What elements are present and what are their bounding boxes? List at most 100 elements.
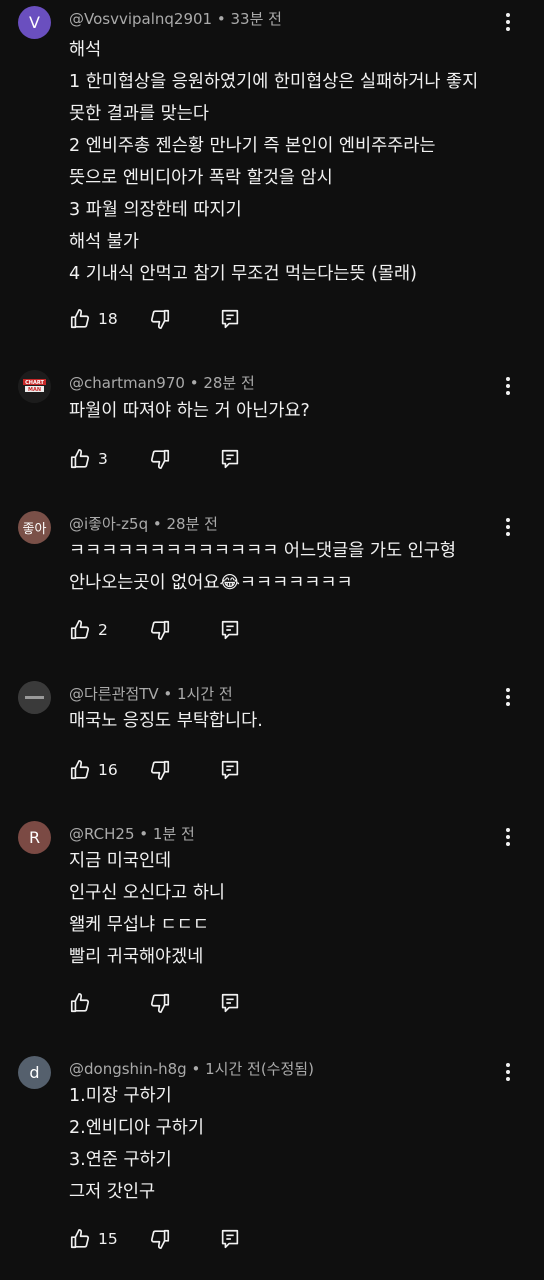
comment-text: 지금 미국인데 인구신 오신다고 하니 왤케 무섭냐 ㄷㄷㄷ 빨리 귀국해야겠네 [69, 845, 225, 973]
thumbs-down-icon [149, 619, 171, 641]
comment-meta: @dongshin-h8g • 1시간 전(수정됨) [69, 1058, 314, 1079]
reply-button[interactable] [219, 307, 241, 331]
thumbs-down-icon [149, 308, 171, 330]
comment-text: 해석 1 한미협상을 응원하였기에 한미협상은 실패하거나 좋지못한 결과를 맞는… [69, 34, 478, 290]
reply-icon [219, 619, 241, 641]
avatar[interactable]: R [18, 821, 51, 854]
meta-separator: • [212, 10, 231, 28]
like-button[interactable]: 16 [69, 758, 118, 782]
meta-separator: • [184, 374, 204, 392]
timestamp: 1시간 전(수정됨) [205, 1060, 314, 1078]
thumbs-up-icon [69, 308, 91, 330]
reply-button[interactable] [219, 618, 241, 642]
like-button[interactable]: 15 [69, 1227, 118, 1251]
comment-line: 해석 [69, 40, 102, 60]
comment-meta: @Vosvvipalnq2901 • 33분 전 [69, 8, 282, 29]
dislike-button[interactable] [149, 758, 171, 782]
svg-text:MAN: MAN [28, 387, 41, 393]
avatar-letter: d [29, 1063, 40, 1082]
avatar[interactable]: V [18, 6, 51, 39]
meta-separator: • [186, 1060, 206, 1078]
like-button[interactable]: 18 [69, 307, 118, 331]
like-button[interactable]: 2 [69, 618, 108, 642]
dislike-button[interactable] [149, 1227, 171, 1251]
comment-meta: @다른관점TV • 1시간 전 [69, 683, 233, 704]
more-vert-icon[interactable] [498, 374, 518, 398]
comment-line: 매국노 응징도 부탁합니다. [69, 711, 263, 731]
comment-line: 2.엔비디아 구하기 [69, 1118, 204, 1138]
svg-text:CHART: CHART [25, 380, 44, 386]
comment-meta: @RCH25 • 1분 전 [69, 823, 195, 844]
comment-line: 1.미장 구하기 [69, 1086, 172, 1106]
meta-separator: • [134, 825, 153, 843]
author-name[interactable]: @chartman970 [69, 374, 185, 392]
author-name[interactable]: @dongshin-h8g [69, 1060, 187, 1078]
thumbs-up-icon [69, 992, 91, 1014]
avatar-letter: V [29, 13, 40, 32]
reply-button[interactable] [219, 1227, 241, 1251]
reply-icon [219, 992, 241, 1014]
comment-line: 3 파월 의장한테 따지기 [69, 200, 242, 220]
thumbs-down-icon [149, 992, 171, 1014]
dislike-button[interactable] [149, 618, 171, 642]
thumbs-down-icon [149, 1228, 171, 1250]
thumbs-up-icon [69, 1228, 91, 1250]
like-count: 18 [98, 310, 118, 328]
author-name[interactable]: @다른관점TV [69, 685, 159, 703]
avatar[interactable]: CHART MAN [18, 370, 51, 403]
meta-separator: • [148, 515, 167, 533]
comment-line: 지금 미국인데 [69, 851, 172, 871]
avatar[interactable] [18, 681, 51, 714]
comment-line: 그저 갓인구 [69, 1182, 156, 1202]
more-vert-icon[interactable] [498, 10, 518, 34]
comment-line: 1 한미협상을 응원하였기에 한미협상은 실패하거나 좋지 [69, 72, 479, 92]
comment-line: 인구신 오신다고 하니 [69, 883, 226, 903]
reply-button[interactable] [219, 447, 241, 471]
like-count: 2 [98, 621, 108, 639]
reply-icon [219, 1228, 241, 1250]
reply-icon [219, 759, 241, 781]
comment-meta: @chartman970 • 28분 전 [69, 372, 255, 393]
author-name[interactable]: @Vosvvipalnq2901 [69, 10, 212, 28]
avatar-letter: R [28, 828, 41, 847]
comment-text: 1.미장 구하기 2.엔비디아 구하기 3.연준 구하기그저 갓인구 [69, 1080, 204, 1208]
more-vert-icon[interactable] [498, 515, 518, 539]
author-name[interactable]: @RCH25 [69, 825, 135, 843]
dislike-button[interactable] [149, 991, 171, 1015]
like-count: 16 [98, 761, 118, 779]
more-vert-icon[interactable] [498, 1060, 518, 1084]
avatar-letter: 좋아 [22, 522, 47, 537]
reply-icon [219, 308, 241, 330]
reply-button[interactable] [219, 991, 241, 1015]
comment-line: 왤케 무섭냐 ㄷㄷㄷ [69, 915, 209, 935]
comment-line: 3.연준 구하기 [69, 1150, 172, 1170]
author-name[interactable]: @i좋아-z5q [69, 515, 148, 533]
comment-line: 2 엔비주총 젠슨황 만나기 즉 본인이 엔비주주라는 [69, 136, 436, 156]
thumbs-up-icon [69, 448, 91, 470]
more-vert-icon[interactable] [498, 685, 518, 709]
avatar[interactable]: 좋아 [18, 511, 51, 544]
like-button[interactable] [69, 991, 98, 1015]
thumbs-up-icon [69, 759, 91, 781]
avatar[interactable]: d [18, 1056, 51, 1089]
comment-line: 안나오는곳이 없어요😂ㅋㅋㅋㅋㅋㅋㅋ [69, 573, 353, 593]
timestamp: 1분 전 [152, 825, 195, 843]
comment-text: 매국노 응징도 부탁합니다. [69, 705, 263, 737]
comment-meta: @i좋아-z5q • 28분 전 [69, 513, 218, 534]
thumbs-up-icon [69, 619, 91, 641]
like-button[interactable]: 3 [69, 447, 108, 471]
meta-separator: • [158, 685, 178, 703]
reply-button[interactable] [219, 758, 241, 782]
timestamp: 28분 전 [203, 374, 255, 392]
timestamp: 1시간 전 [177, 685, 233, 703]
comment-line: 해석 불가 [69, 232, 139, 252]
comment-line: 파월이 따져야 하는 거 아닌가요? [69, 401, 310, 421]
more-vert-icon[interactable] [498, 825, 518, 849]
like-count: 15 [98, 1230, 118, 1248]
dislike-button[interactable] [149, 447, 171, 471]
dislike-button[interactable] [149, 307, 171, 331]
comment-line: 4 기내식 안먹고 참기 무조건 먹는다는뜻 (몰래) [69, 264, 417, 284]
reply-icon [219, 448, 241, 470]
thumbs-down-icon [149, 448, 171, 470]
comment-line: 못한 결과를 맞는다 [69, 104, 209, 124]
